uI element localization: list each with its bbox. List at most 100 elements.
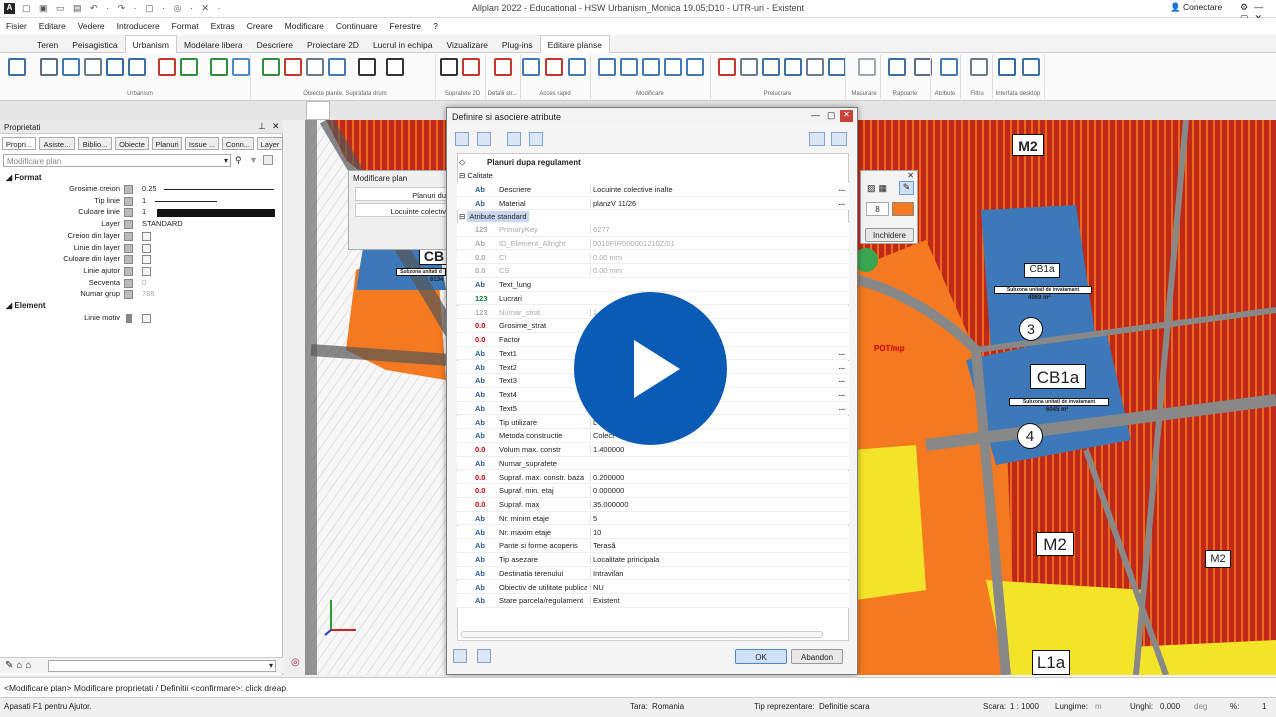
menu-item[interactable]: Creare: [241, 18, 279, 34]
property-row[interactable]: Tip linie 1: [0, 196, 283, 208]
angle[interactable]: 0.000: [1160, 702, 1180, 711]
attribute-row[interactable]: 0.0 CI 0.00 mm: [457, 250, 849, 265]
tool-icon[interactable]: [210, 58, 228, 76]
load-icon[interactable]: [453, 649, 467, 663]
tool-icon[interactable]: [306, 58, 324, 76]
save-icon[interactable]: [477, 649, 491, 663]
tool-icon[interactable]: [8, 58, 26, 76]
panel-tab[interactable]: Asiste...: [39, 137, 75, 150]
menu-item[interactable]: Introducere: [111, 18, 166, 34]
favorite-load-icon[interactable]: [831, 132, 847, 146]
tool-icon[interactable]: [358, 58, 376, 76]
row-linie-motiv[interactable]: Linie motiv: [0, 313, 283, 325]
menu-item[interactable]: Vedere: [72, 18, 111, 34]
attribute-row[interactable]: Ab Obiectiv de utilitate publica NU: [457, 580, 849, 595]
country[interactable]: Romania: [652, 702, 684, 711]
tool-icon[interactable]: [784, 58, 802, 76]
tool-icon[interactable]: [284, 58, 302, 76]
group-standard[interactable]: ⊟ Atribute standard: [459, 211, 529, 222]
checkbox[interactable]: [142, 255, 151, 265]
checkbox[interactable]: [142, 231, 151, 241]
horizontal-scrollbar[interactable]: [461, 631, 823, 638]
attribute-row[interactable]: Ab Descriere Locuinte colective inalte...: [457, 183, 849, 197]
plan-list-item[interactable]: Locuinte colectiv: [355, 203, 449, 217]
tool-icon[interactable]: [718, 58, 736, 76]
target-icon[interactable]: ◎: [291, 657, 300, 668]
ribbon-tab[interactable]: Plug-ins: [495, 36, 540, 54]
attribute-row[interactable]: Ab Nr. maxim etaje 10: [457, 525, 849, 540]
attribute-row[interactable]: 0.0 CS 0.00 mm: [457, 264, 849, 278]
favorite-save-icon[interactable]: [809, 132, 825, 146]
color-swatch[interactable]: [892, 202, 914, 216]
group-calitate[interactable]: ⊟ Calitate: [459, 171, 493, 180]
tool-icon[interactable]: [128, 58, 146, 76]
ribbon-tab[interactable]: Peisagistica: [65, 36, 124, 54]
property-row[interactable]: Culoare linie 1: [0, 207, 283, 219]
attribute-row[interactable]: Ab Nr. minim etaje 5: [457, 511, 849, 526]
dialog-window-controls[interactable]: —▢: [811, 110, 843, 121]
tool-icon[interactable]: [858, 58, 876, 76]
attribute-row[interactable]: 0.0 Supraf. min. etaj 0.000000: [457, 484, 849, 498]
tool-icon[interactable]: [620, 58, 638, 76]
panel-tab[interactable]: Biblio...: [78, 137, 112, 150]
layout-icons[interactable]: ▨▦: [867, 183, 890, 194]
panel-tab[interactable]: Layer: [257, 137, 283, 150]
tool-icon[interactable]: [998, 58, 1016, 76]
length-unit[interactable]: m: [1095, 702, 1102, 711]
more-button[interactable]: ...: [839, 389, 845, 398]
menu-item[interactable]: Editare: [33, 18, 72, 34]
ribbon-tab[interactable]: Urbanism: [124, 35, 177, 54]
tool-icon[interactable]: [568, 58, 586, 76]
property-row[interactable]: Secventa 0: [0, 278, 283, 290]
tool-icon[interactable]: [180, 58, 198, 76]
tool-icon[interactable]: [494, 58, 512, 76]
tool-icon[interactable]: [62, 58, 80, 76]
cancel-button[interactable]: Abandon: [791, 649, 843, 664]
tool-icon[interactable]: [545, 58, 563, 76]
pin-icon[interactable]: ⊥: [258, 121, 266, 132]
property-row[interactable]: Culoare din layer: [0, 254, 283, 266]
close-icon[interactable]: ✕: [272, 121, 280, 132]
pen-icon[interactable]: ✎: [899, 181, 914, 195]
ribbon-tab[interactable]: Descriere: [250, 36, 300, 54]
panel-tab[interactable]: Conn...: [222, 137, 254, 150]
attribute-row[interactable]: Ab Pante si forme acoperis Terasă: [457, 539, 849, 553]
property-row[interactable]: Linie ajutor: [0, 266, 283, 278]
more-button[interactable]: ...: [839, 198, 845, 207]
search-icon[interactable]: ⚲: [235, 155, 242, 166]
property-row[interactable]: Layer STANDARD: [0, 219, 283, 231]
attribute-row[interactable]: Ab Destinatia terenului Intravilan: [457, 566, 849, 581]
ribbon-tab[interactable]: Lucrul in echipa: [366, 36, 440, 54]
object-combo[interactable]: Modificare plan ▾: [3, 154, 231, 167]
attribute-row[interactable]: Ab Tip asezare Localitate principala: [457, 553, 849, 567]
ribbon-tab[interactable]: Proiectare 2D: [300, 36, 366, 54]
tool-icon[interactable]: [806, 58, 824, 76]
panel-tab[interactable]: Planuri: [152, 137, 182, 150]
menu-item[interactable]: Continuare: [330, 18, 384, 34]
tool-icon[interactable]: [740, 58, 758, 76]
tool-icon[interactable]: [642, 58, 660, 76]
import-attribute-icon[interactable]: [507, 132, 521, 146]
tool-icon[interactable]: [970, 58, 988, 76]
menu-item[interactable]: ?: [427, 18, 444, 34]
attribute-row[interactable]: 0.0 Supraf. max 35.000000: [457, 498, 849, 512]
tool-icon[interactable]: [440, 58, 458, 76]
property-row[interactable]: Linie din layer: [0, 243, 283, 255]
bottom-combo[interactable]: ▾: [48, 660, 276, 672]
menu-item[interactable]: Fisier: [0, 18, 33, 34]
panel-tab[interactable]: Obiecte: [115, 137, 149, 150]
export-attribute-icon[interactable]: [529, 132, 543, 146]
close-icon[interactable]: ✕: [840, 110, 853, 122]
tool-icon[interactable]: [686, 58, 704, 76]
add-attribute-icon[interactable]: [455, 132, 469, 146]
tool-icon[interactable]: [828, 58, 846, 76]
property-row[interactable]: Creion din layer: [0, 231, 283, 243]
property-row[interactable]: Grosime creion 0.25: [0, 184, 283, 196]
close-button[interactable]: Inchidere: [865, 228, 914, 242]
tool-icon[interactable]: [762, 58, 780, 76]
ribbon-tab[interactable]: Teren: [30, 36, 65, 54]
menu-item[interactable]: Extras: [205, 18, 241, 34]
tool-icon[interactable]: [888, 58, 906, 76]
tool-icon[interactable]: [386, 58, 404, 76]
filter-icon[interactable]: ▼: [249, 155, 258, 165]
